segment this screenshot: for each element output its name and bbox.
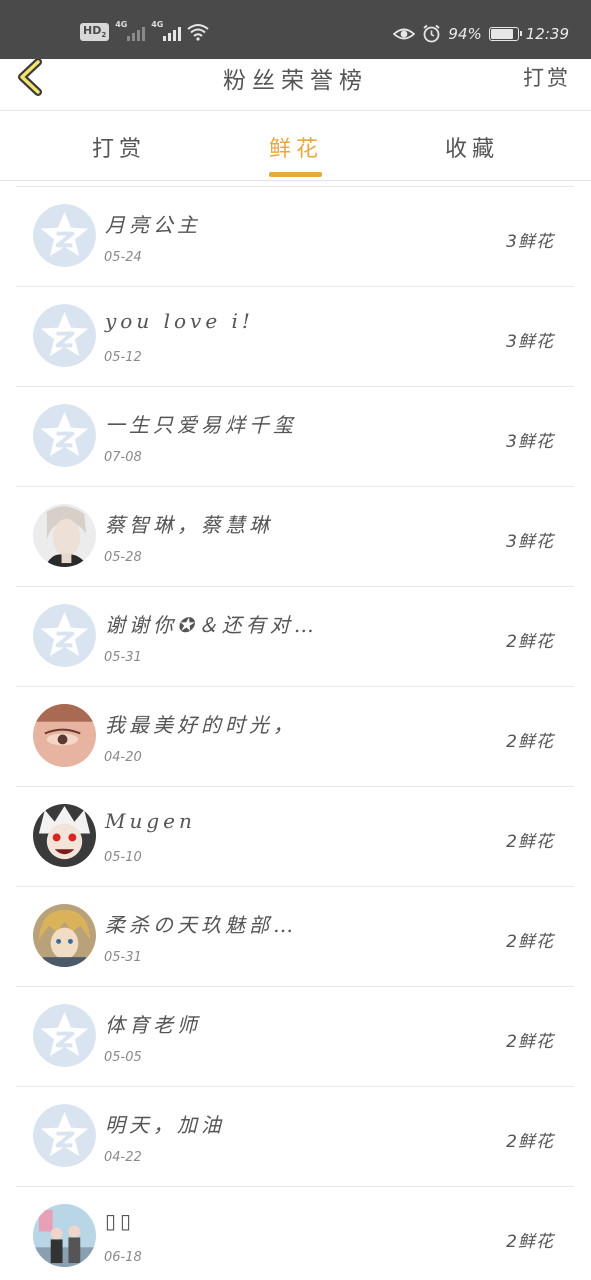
flower-count: 2鲜花 [506,832,554,852]
avatar[interactable] [33,1004,96,1067]
fan-name: 柔杀の天玖魅部… [105,913,297,937]
nav-bar: 粉丝荣誉榜 打赏 [0,59,591,111]
avatar[interactable] [33,1204,96,1267]
avatar[interactable] [33,904,96,967]
tab-favorites[interactable]: 收藏 [412,131,532,163]
status-bar: HD2 4G 4G 94% 12:39 [0,0,591,59]
tab-flowers[interactable]: 鲜花 [236,131,356,163]
page-title: 粉丝荣誉榜 [223,68,368,94]
eye-icon [393,28,416,39]
fan-name: you love i! [105,309,254,333]
avatar[interactable] [33,204,96,267]
avatar[interactable] [33,604,96,667]
fan-list-item[interactable]: 明天，加油 04-22 2鲜花 [16,1087,574,1187]
fan-date: 05-12 [104,350,142,365]
avatar[interactable] [33,1104,96,1167]
fan-date: 05-31 [104,950,142,965]
network-type-label: 4G [151,20,164,29]
fan-date: 05-24 [104,250,142,265]
fan-name: 明天，加油 [105,1113,225,1137]
tab-reward[interactable]: 打赏 [59,131,179,163]
flower-count: 3鲜花 [506,532,554,552]
fan-list-item[interactable]: Mugen 05-10 2鲜花 [16,787,574,887]
network-type-label: 4G [115,20,128,29]
fan-list-item[interactable]: 谢谢你✪＆还有对… 05-31 2鲜花 [16,587,574,687]
fan-date: 04-20 [104,750,142,765]
reward-button[interactable]: 打赏 [523,62,571,92]
flower-count: 2鲜花 [506,1032,554,1052]
fan-name: 月亮公主 [105,213,201,237]
battery-icon [488,26,522,41]
flower-count: 3鲜花 [506,332,554,352]
flower-count: 3鲜花 [506,232,554,252]
signal-icon-sim1: 4G [115,20,146,41]
fan-name: 谢谢你✪＆还有对… [105,613,318,637]
flower-count: 2鲜花 [506,1132,554,1152]
avatar[interactable] [33,804,96,867]
fan-name: Mugen [105,809,196,833]
fan-list-item[interactable]: 体育老师 05-05 2鲜花 [16,987,574,1087]
battery-percent: 94% [448,24,482,43]
fan-date: 05-05 [104,1050,142,1065]
fan-list-item[interactable]: 我最美好的时光， 04-20 2鲜花 [16,687,574,787]
flower-count: 2鲜花 [506,1232,554,1252]
fan-ranking-list: 月亮公主 05-24 3鲜花 you love i! 05-12 3鲜花 一生只爱易烊千玺 0… [16,186,574,1280]
fan-date: 07-08 [104,450,142,465]
flower-count: 3鲜花 [506,432,554,452]
fan-list-item[interactable]: 柔杀の天玖魅部… 05-31 2鲜花 [16,887,574,987]
fan-date: 05-10 [104,850,142,865]
alarm-icon [423,24,440,43]
fan-date: 04-22 [104,1150,142,1165]
avatar[interactable] [33,404,96,467]
hd-voice-icon: HD2 [80,23,110,41]
fan-list-item[interactable]: you love i! 05-12 3鲜花 [16,287,574,387]
fan-list-item[interactable]: 一生只爱易烊千玺 07-08 3鲜花 [16,387,574,487]
fan-list-item[interactable]: 月亮公主 05-24 3鲜花 [16,187,574,287]
fan-name: ▯▯ [105,1209,136,1233]
sim-label: 2 [101,31,107,40]
flower-count: 2鲜花 [506,932,554,952]
avatar[interactable] [33,704,96,767]
avatar[interactable] [33,504,96,567]
fan-date: 05-28 [104,550,142,565]
fan-name: 一生只爱易烊千玺 [105,413,297,437]
fan-date: 06-18 [104,1250,142,1265]
fan-list-item[interactable]: ▯▯ 06-18 2鲜花 [16,1187,574,1280]
signal-icon-sim2: 4G [151,20,182,41]
tab-bar: 打赏 鲜花 收藏 [0,111,591,181]
fan-name: 我最美好的时光， [105,713,297,737]
fan-name: 体育老师 [105,1013,201,1037]
flower-count: 2鲜花 [506,632,554,652]
fan-date: 05-31 [104,650,142,665]
fan-name: 蔡智琳，蔡慧琳 [105,513,273,537]
clock: 12:39 [525,24,569,43]
hd-label: HD [83,24,102,38]
flower-count: 2鲜花 [506,732,554,752]
fan-list-item[interactable]: 蔡智琳，蔡慧琳 05-28 3鲜花 [16,487,574,587]
active-tab-indicator [269,172,322,177]
wifi-icon [187,24,209,41]
avatar[interactable] [33,304,96,367]
